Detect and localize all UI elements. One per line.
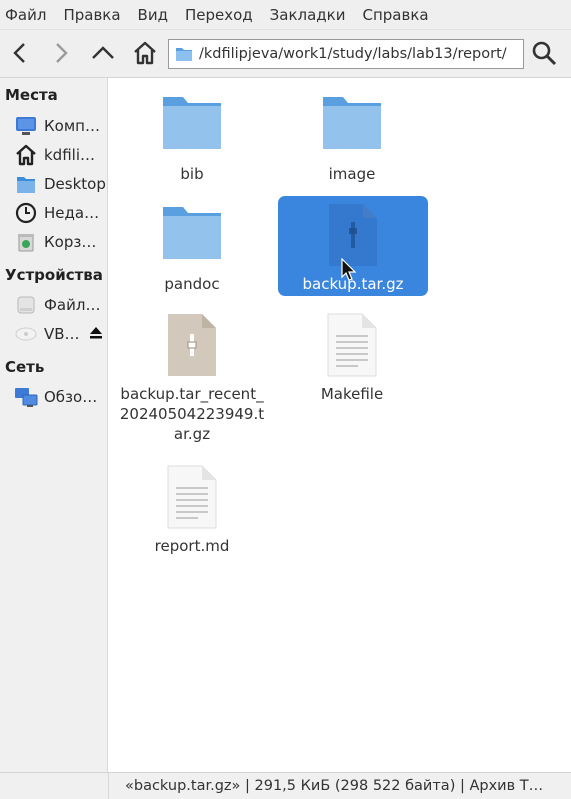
sidebar-item-filesystem[interactable]: Файл… (0, 291, 107, 319)
sidebar-item-home[interactable]: kdfili… (0, 141, 107, 169)
file-item-bib[interactable]: bib (117, 86, 267, 186)
archive-icon (117, 310, 267, 380)
folder-icon (176, 48, 192, 61)
location-bar[interactable]: /kdfilipjeva/work1/study/labs/lab13/repo… (168, 39, 524, 69)
toolbar: /kdfilipjeva/work1/study/labs/lab13/repo… (0, 30, 571, 78)
file-name: bib (180, 165, 204, 183)
menu-file[interactable]: Файл (5, 6, 46, 24)
menu-bookmarks[interactable]: Закладки (270, 6, 346, 24)
drive-icon (14, 293, 38, 317)
forward-button[interactable] (46, 38, 76, 68)
folder-icon (117, 86, 267, 156)
sidebar-header-network: Сеть (5, 358, 45, 376)
sidebar: Места Комп… kdfili… Desktop Неда… Корз… … (0, 78, 108, 772)
file-view: bib image pandoc backup.tar.gz backup.ta… (109, 78, 571, 772)
home-button[interactable] (130, 38, 160, 68)
eject-icon[interactable] (88, 325, 104, 345)
menu-help[interactable]: Справка (362, 6, 428, 24)
folder-icon (117, 196, 267, 266)
computer-icon (14, 114, 38, 138)
file-name: backup.tar_recent_ 20240504223949.t ar.g… (119, 385, 265, 443)
sidebar-item-trash[interactable]: Корз… (0, 228, 107, 256)
menu-edit[interactable]: Правка (63, 6, 120, 24)
text-file-icon (117, 462, 267, 532)
folder-icon (277, 86, 427, 156)
home-icon (14, 143, 38, 167)
search-button[interactable] (529, 38, 559, 68)
optical-disc-icon (14, 322, 38, 346)
network-icon (14, 385, 38, 409)
sidebar-header-places: Места (5, 86, 58, 104)
menu-bar: Файл Правка Вид Переход Закладки Справка (0, 0, 571, 30)
chevron-left-icon (13, 43, 25, 63)
sidebar-footer (0, 772, 109, 799)
file-name: pandoc (164, 275, 220, 293)
file-item-image[interactable]: image (277, 86, 427, 186)
status-text: «backup.tar.gz» | 291,5 КиБ (298 522 бай… (125, 778, 544, 794)
search-icon (532, 41, 557, 66)
file-name: report.md (154, 537, 230, 555)
file-name: image (328, 165, 376, 183)
file-item-makefile[interactable]: Makefile (277, 306, 427, 406)
home-icon (134, 41, 156, 65)
menu-go[interactable]: Переход (185, 6, 253, 24)
recent-clock-icon (14, 201, 38, 225)
chevron-up-icon (92, 46, 114, 59)
menu-view[interactable]: Вид (138, 6, 168, 24)
file-item-backup-tar-gz[interactable]: backup.tar.gz (278, 196, 428, 296)
sidebar-item-desktop[interactable]: Desktop (0, 170, 107, 198)
up-button[interactable] (88, 38, 118, 68)
trash-icon (14, 230, 38, 254)
chevron-right-icon (56, 43, 68, 63)
desktop-folder-icon (14, 172, 38, 196)
file-name: Makefile (320, 385, 384, 403)
sidebar-item-recent[interactable]: Неда… (0, 199, 107, 227)
mouse-cursor-icon (341, 258, 357, 281)
sidebar-item-computer[interactable]: Комп… (0, 112, 107, 140)
status-bar: «backup.tar.gz» | 291,5 КиБ (298 522 бай… (109, 772, 571, 799)
sidebar-item-vbox[interactable]: VB… (0, 320, 107, 348)
file-item-pandoc[interactable]: pandoc (117, 196, 267, 296)
file-item-report-md[interactable]: report.md (117, 458, 267, 558)
text-file-icon (277, 310, 427, 380)
sidebar-header-devices: Устройства (5, 266, 103, 284)
back-button[interactable] (5, 38, 35, 68)
location-path: /kdfilipjeva/work1/study/labs/lab13/repo… (199, 46, 507, 62)
sidebar-item-network[interactable]: Обзо… (0, 383, 107, 411)
file-item-backup-recent[interactable]: backup.tar_recent_ 20240504223949.t ar.g… (117, 306, 267, 456)
